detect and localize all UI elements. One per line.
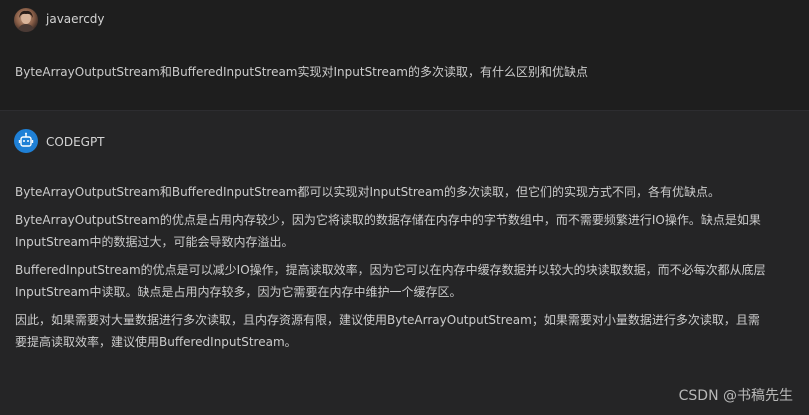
response-line: 要提高读取效率，建议使用BufferedInputStream。 <box>15 335 297 349</box>
response-paragraph-2: ByteArrayOutputStream的优点是占用内存较少，因为它将读取的数… <box>15 209 805 253</box>
response-line: ByteArrayOutputStream的优点是占用内存较少，因为它将读取的数… <box>15 213 761 227</box>
response-line: InputStream中读取。缺点是占用内存较多，因为它需要在内存中维护一个缓存… <box>15 285 462 299</box>
bot-response: ByteArrayOutputStream和BufferedInputStrea… <box>15 181 805 359</box>
user-name: javaercdy <box>46 12 105 26</box>
codegpt-avatar <box>14 129 38 153</box>
user-message-block <box>0 0 809 111</box>
response-line: BufferedInputStream的优点是可以减少IO操作，提高读取效率，因… <box>15 263 766 277</box>
bot-name: CODEGPT <box>46 135 105 149</box>
csdn-watermark: CSDN @书稿先生 <box>678 388 793 404</box>
response-paragraph-1: ByteArrayOutputStream和BufferedInputStrea… <box>15 181 805 203</box>
response-line: InputStream中的数据过大，可能会导致内存溢出。 <box>15 235 294 249</box>
response-line: ByteArrayOutputStream和BufferedInputStrea… <box>15 185 720 199</box>
response-line: 因此，如果需要对大量数据进行多次读取，且内存资源有限，建议使用ByteArray… <box>15 313 760 327</box>
user-avatar <box>14 8 38 32</box>
response-paragraph-4: 因此，如果需要对大量数据进行多次读取，且内存资源有限，建议使用ByteArray… <box>15 309 805 353</box>
robot-icon <box>18 132 34 147</box>
user-message-text: ByteArrayOutputStream和BufferedInputStrea… <box>15 65 588 79</box>
user-avatar-image <box>17 10 35 32</box>
response-paragraph-3: BufferedInputStream的优点是可以减少IO操作，提高读取效率，因… <box>15 259 805 303</box>
